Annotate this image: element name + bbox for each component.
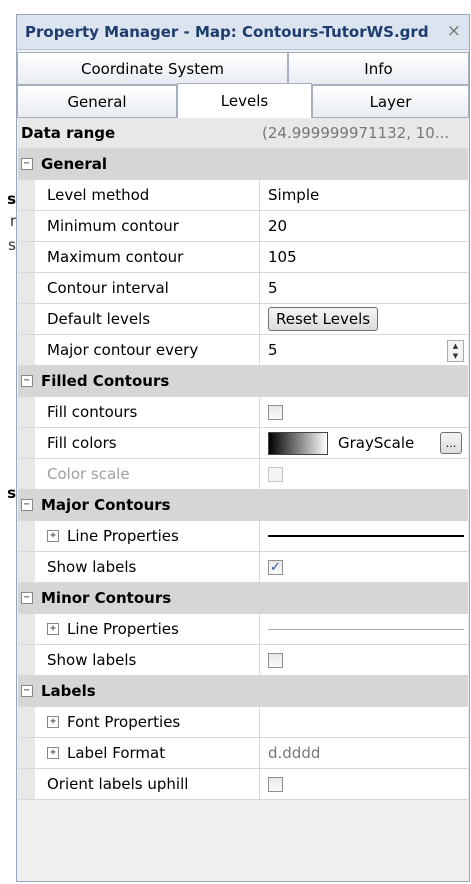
category-general-label: General bbox=[41, 155, 107, 173]
tab-info[interactable]: Info bbox=[288, 52, 469, 85]
label-format-value: d.dddd bbox=[260, 738, 468, 768]
category-minor-contours-label: Minor Contours bbox=[41, 589, 172, 607]
minor-show-labels-label: Show labels bbox=[35, 645, 260, 675]
fill-colors-label: Fill colors bbox=[35, 428, 260, 458]
minor-line-properties-label: Line Properties bbox=[67, 620, 179, 638]
level-method-value[interactable]: Simple bbox=[260, 180, 468, 210]
font-properties-label: Font Properties bbox=[67, 713, 181, 731]
category-labels-label: Labels bbox=[41, 682, 96, 700]
close-icon[interactable]: × bbox=[447, 21, 461, 41]
category-general[interactable]: − General bbox=[18, 149, 468, 180]
row-minor-line-properties[interactable]: + Line Properties bbox=[18, 614, 468, 645]
tab-levels[interactable]: Levels bbox=[177, 83, 312, 118]
minimum-contour-value[interactable]: 20 bbox=[260, 211, 468, 241]
orient-labels-uphill-label: Orient labels uphill bbox=[35, 769, 260, 799]
row-major-line-properties[interactable]: + Line Properties bbox=[18, 521, 468, 552]
minimum-contour-label: Minimum contour bbox=[35, 211, 260, 241]
expand-icon[interactable]: + bbox=[47, 716, 59, 728]
maximum-contour-value[interactable]: 105 bbox=[260, 242, 468, 272]
minor-line-preview bbox=[268, 628, 464, 630]
row-fill-contours[interactable]: Fill contours bbox=[18, 397, 468, 428]
maximum-contour-label: Maximum contour bbox=[35, 242, 260, 272]
label-format-label: Label Format bbox=[67, 744, 166, 762]
row-contour-interval[interactable]: Contour interval 5 bbox=[18, 273, 468, 304]
color-scale-checkbox bbox=[268, 466, 283, 482]
background-text-fragment: s bbox=[8, 236, 16, 254]
grayscale-swatch bbox=[268, 431, 328, 455]
row-orient-labels-uphill[interactable]: Orient labels uphill bbox=[18, 769, 468, 800]
expand-icon[interactable]: + bbox=[47, 747, 59, 759]
spin-up-icon[interactable]: ▲ bbox=[453, 342, 458, 350]
major-contour-every-value[interactable]: 5 bbox=[268, 341, 278, 359]
fill-contours-checkbox[interactable] bbox=[268, 404, 283, 420]
row-font-properties[interactable]: + Font Properties bbox=[18, 707, 468, 738]
collapse-icon[interactable]: − bbox=[20, 592, 33, 604]
category-filled-contours[interactable]: − Filled Contours bbox=[18, 366, 468, 397]
row-color-scale: Color scale bbox=[18, 459, 468, 490]
row-default-levels[interactable]: Default levels Reset Levels bbox=[18, 304, 468, 335]
tab-general[interactable]: General bbox=[17, 85, 177, 118]
property-grid: Data range (24.999999971132, 10... − Gen… bbox=[18, 118, 468, 800]
category-labels[interactable]: − Labels bbox=[18, 676, 468, 707]
category-minor-contours[interactable]: − Minor Contours bbox=[18, 583, 468, 614]
reset-levels-button[interactable]: Reset Levels bbox=[268, 307, 379, 331]
category-major-contours-label: Major Contours bbox=[41, 496, 171, 514]
category-filled-contours-label: Filled Contours bbox=[41, 372, 170, 390]
spin-down-icon[interactable]: ▼ bbox=[453, 352, 458, 360]
major-contour-every-spinner[interactable]: ▲ ▼ bbox=[447, 340, 464, 362]
font-properties-value bbox=[260, 707, 468, 737]
row-fill-colors[interactable]: Fill colors GrayScale ... bbox=[18, 428, 468, 459]
category-major-contours[interactable]: − Major Contours bbox=[18, 490, 468, 521]
fill-colors-browse-button[interactable]: ... bbox=[440, 432, 462, 454]
row-data-range[interactable]: Data range (24.999999971132, 10... bbox=[18, 118, 468, 149]
collapse-icon[interactable]: − bbox=[20, 685, 33, 697]
background-text-fragment: s bbox=[7, 484, 16, 502]
row-major-contour-every[interactable]: Major contour every 5 ▲ ▼ bbox=[18, 335, 468, 366]
data-range-value: (24.999999971132, 10... bbox=[254, 118, 468, 148]
window-titlebar: Property Manager - Map: Contours-TutorWS… bbox=[17, 15, 469, 50]
row-major-show-labels[interactable]: Show labels ✓ bbox=[18, 552, 468, 583]
row-minimum-contour[interactable]: Minimum contour 20 bbox=[18, 211, 468, 242]
expand-icon[interactable]: + bbox=[47, 530, 59, 542]
tab-coordinate-system[interactable]: Coordinate System bbox=[17, 52, 288, 85]
contour-interval-value[interactable]: 5 bbox=[260, 273, 468, 303]
level-method-label: Level method bbox=[35, 180, 260, 210]
major-contour-every-label: Major contour every bbox=[35, 335, 260, 365]
expand-icon[interactable]: + bbox=[47, 623, 59, 635]
collapse-icon[interactable]: − bbox=[20, 375, 33, 387]
orient-labels-uphill-checkbox[interactable] bbox=[268, 776, 283, 792]
fill-contours-label: Fill contours bbox=[35, 397, 260, 427]
row-minor-show-labels[interactable]: Show labels bbox=[18, 645, 468, 676]
row-label-format[interactable]: + Label Format d.dddd bbox=[18, 738, 468, 769]
row-maximum-contour[interactable]: Maximum contour 105 bbox=[18, 242, 468, 273]
contour-interval-label: Contour interval bbox=[35, 273, 260, 303]
tab-layer[interactable]: Layer bbox=[312, 85, 469, 118]
property-manager-panel: Property Manager - Map: Contours-TutorWS… bbox=[16, 14, 470, 882]
collapse-icon[interactable]: − bbox=[20, 158, 33, 170]
data-range-label: Data range bbox=[18, 118, 254, 148]
tab-strip: Coordinate System Info General Levels La… bbox=[17, 50, 469, 120]
default-levels-label: Default levels bbox=[35, 304, 260, 334]
row-level-method[interactable]: Level method Simple bbox=[18, 180, 468, 211]
fill-colors-value: GrayScale bbox=[338, 434, 415, 452]
major-show-labels-label: Show labels bbox=[35, 552, 260, 582]
background-text-fragment: r bbox=[9, 212, 16, 230]
major-line-preview bbox=[268, 535, 464, 537]
minor-show-labels-checkbox[interactable] bbox=[268, 652, 283, 668]
check-icon: ✓ bbox=[270, 559, 281, 575]
color-scale-label: Color scale bbox=[35, 459, 260, 489]
major-line-properties-label: Line Properties bbox=[67, 527, 179, 545]
collapse-icon[interactable]: − bbox=[20, 499, 33, 511]
background-text-fragment: s bbox=[7, 190, 16, 208]
window-title: Property Manager - Map: Contours-TutorWS… bbox=[25, 23, 429, 41]
major-show-labels-checkbox[interactable]: ✓ bbox=[268, 559, 283, 575]
